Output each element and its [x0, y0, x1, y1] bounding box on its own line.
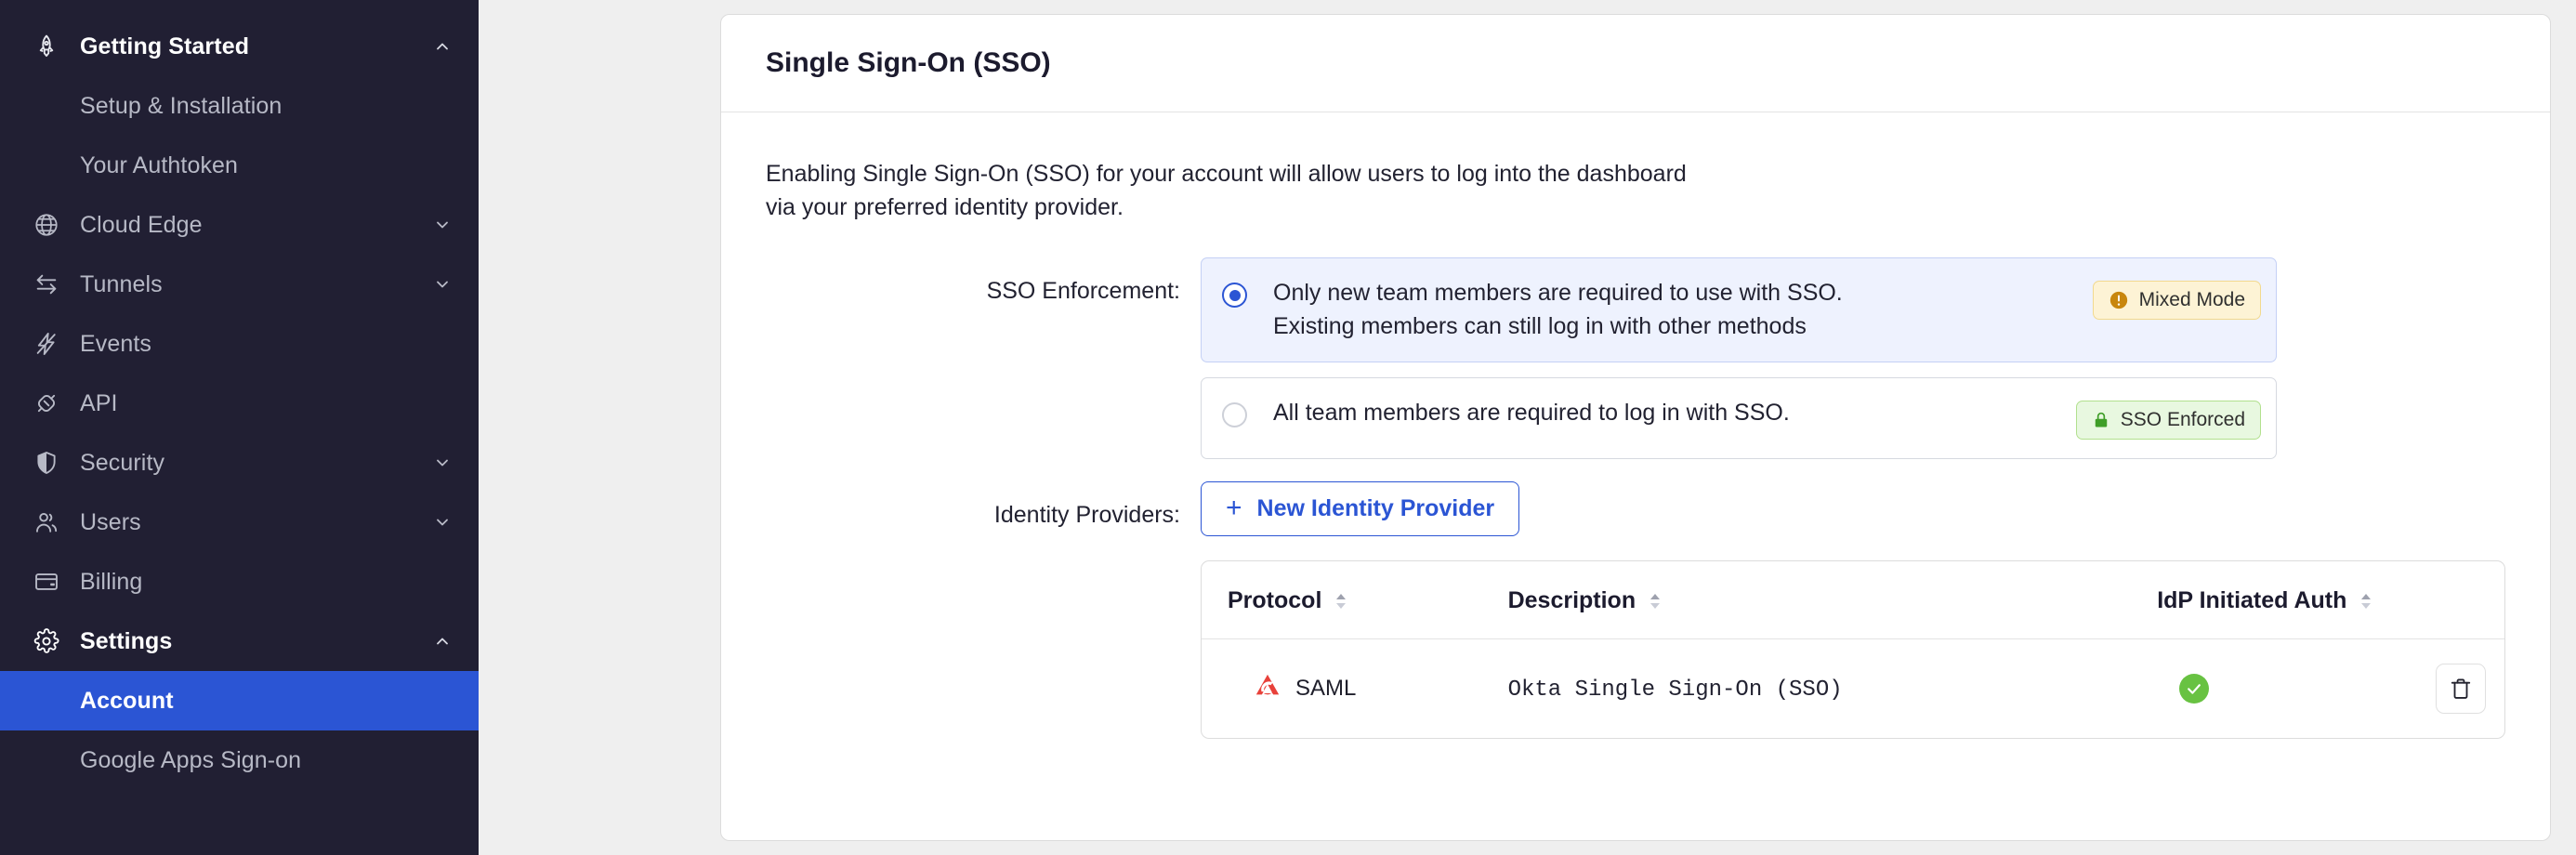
sidebar-item-tunnels[interactable]: Tunnels [0, 255, 479, 314]
radio-option-sso-enforced[interactable]: All team members are required to log in … [1201, 377, 2277, 459]
description-label: Okta Single Sign-On (SSO) [1508, 677, 1843, 703]
gear-icon [28, 623, 65, 660]
identity-providers-control: + New Identity Provider Protocol [1201, 481, 2505, 739]
sort-icon[interactable] [1334, 591, 1348, 612]
sidebar-item-billing[interactable]: Billing [0, 552, 479, 612]
shield-icon [28, 444, 65, 481]
sidebar-item-settings[interactable]: Settings [0, 612, 479, 671]
card-header: Single Sign-On (SSO) [721, 15, 2550, 112]
new-identity-provider-button[interactable]: + New Identity Provider [1201, 481, 1519, 536]
table-header-row: Protocol De [1202, 561, 2504, 639]
sidebar-item-label: Security [80, 450, 164, 477]
sidebar-item-label: Getting Started [80, 33, 249, 60]
sidebar-item-google-apps-sign-on[interactable]: Google Apps Sign-on [0, 730, 479, 790]
sidebar-item-label: Your Authtoken [80, 152, 238, 179]
sidebar-item-account[interactable]: Account [0, 671, 479, 730]
radio-option-mixed-mode[interactable]: Only new team members are required to us… [1201, 257, 2277, 362]
chevron-down-icon[interactable] [432, 215, 453, 235]
sidebar-item-api[interactable]: API [0, 374, 479, 433]
sidebar-item-setup-installation[interactable]: Setup & Installation [0, 76, 479, 136]
sso-enforcement-label: SSO Enforcement: [766, 257, 1201, 305]
cell-protocol: SAML [1202, 639, 1508, 739]
rocket-icon [28, 28, 65, 65]
radio-button-selected[interactable] [1222, 283, 1247, 308]
plus-icon: + [1226, 494, 1242, 522]
sidebar-item-your-authtoken[interactable]: Your Authtoken [0, 136, 479, 195]
sidebar-item-label: Settings [80, 628, 172, 655]
lightning-bolt-icon [28, 325, 65, 362]
sidebar-item-label: Cloud Edge [80, 212, 203, 239]
column-header-idp-initiated-auth[interactable]: IdP Initiated Auth [2157, 561, 2436, 639]
sso-card: Single Sign-On (SSO) Enabling Single Sig… [720, 14, 2551, 841]
identity-providers-table: Protocol De [1202, 561, 2504, 738]
intro-text: Enabling Single Sign-On (SSO) for your a… [766, 157, 1704, 224]
column-header-protocol[interactable]: Protocol [1202, 561, 1508, 639]
sso-enforcement-options: Only new team members are required to us… [1201, 257, 2505, 459]
table-row[interactable]: SAML Okta Single Sign-On (SSO) [1202, 639, 2504, 739]
spacer [1201, 362, 2505, 377]
sidebar-item-events[interactable]: Events [0, 314, 479, 374]
sidebar-item-label: Account [80, 688, 174, 715]
globe-icon [28, 206, 65, 243]
sort-icon[interactable] [1648, 591, 1663, 612]
sso-enforcement-row: SSO Enforcement: Only new team members a… [766, 257, 2505, 459]
column-header-actions [2436, 561, 2504, 639]
column-header-label: Description [1508, 587, 1636, 614]
chevron-down-icon[interactable] [432, 453, 453, 473]
lock-icon [2092, 411, 2110, 429]
identity-providers-table-wrapper: Protocol De [1201, 560, 2505, 739]
sidebar-item-label: Setup & Installation [80, 93, 282, 120]
plug-icon [28, 385, 65, 422]
sidebar-item-label: Tunnels [80, 271, 163, 298]
status-badge-label: SSO Enforced [2121, 409, 2245, 431]
radio-option-label: All team members are required to log in … [1273, 397, 1886, 430]
sidebar-item-getting-started[interactable]: Getting Started [0, 17, 479, 76]
table-head: Protocol De [1202, 561, 2504, 639]
delete-identity-provider-button[interactable] [2436, 664, 2486, 714]
sidebar-item-users[interactable]: Users [0, 493, 479, 552]
chevron-down-icon[interactable] [432, 512, 453, 533]
column-header-description[interactable]: Description [1508, 561, 2158, 639]
radio-option-label: Only new team members are required to us… [1273, 277, 1886, 343]
status-badge-sso-enforced: SSO Enforced [2076, 401, 2261, 440]
arrows-exchange-icon [28, 266, 65, 303]
cell-idp-initiated-auth [2157, 639, 2436, 739]
status-badge-mixed-mode: Mixed Mode [2093, 281, 2261, 320]
table-body: SAML Okta Single Sign-On (SSO) [1202, 639, 2504, 739]
protocol-label: SAML [1295, 676, 1356, 702]
app-root: Getting Started Setup & Installation You… [0, 0, 2576, 855]
sort-icon[interactable] [2359, 591, 2373, 612]
sidebar-item-security[interactable]: Security [0, 433, 479, 493]
column-header-label: IdP Initiated Auth [2157, 587, 2346, 614]
sidebar-item-label: Billing [80, 569, 142, 596]
page-title: Single Sign-On (SSO) [766, 47, 1051, 79]
chevron-down-icon[interactable] [432, 274, 453, 295]
sidebar-item-label: Google Apps Sign-on [80, 747, 301, 774]
check-circle-icon [2179, 674, 2209, 704]
column-header-label: Protocol [1228, 587, 1321, 614]
cell-actions [2436, 639, 2504, 739]
chevron-up-icon[interactable] [432, 36, 453, 57]
sidebar-item-label: API [80, 390, 118, 417]
sidebar-item-label: Users [80, 509, 141, 536]
radio-button-unselected[interactable] [1222, 402, 1247, 428]
identity-providers-label: Identity Providers: [766, 481, 1201, 529]
status-badge-label: Mixed Mode [2139, 289, 2245, 311]
cell-description: Okta Single Sign-On (SSO) [1508, 639, 2158, 739]
chevron-up-icon[interactable] [432, 631, 453, 651]
users-icon [28, 504, 65, 541]
sidebar-item-label: Events [80, 331, 151, 358]
exclamation-circle-icon [2109, 290, 2129, 310]
credit-card-icon [28, 563, 65, 600]
saml-logo-icon [1254, 672, 1281, 706]
new-identity-provider-label: New Identity Provider [1257, 495, 1495, 522]
identity-providers-row: Identity Providers: + New Identity Provi… [766, 481, 2505, 739]
card-body: Enabling Single Sign-On (SSO) for your a… [721, 112, 2550, 739]
sidebar-item-cloud-edge[interactable]: Cloud Edge [0, 195, 479, 255]
sidebar: Getting Started Setup & Installation You… [0, 0, 479, 855]
main-content: Single Sign-On (SSO) Enabling Single Sig… [479, 0, 2576, 855]
